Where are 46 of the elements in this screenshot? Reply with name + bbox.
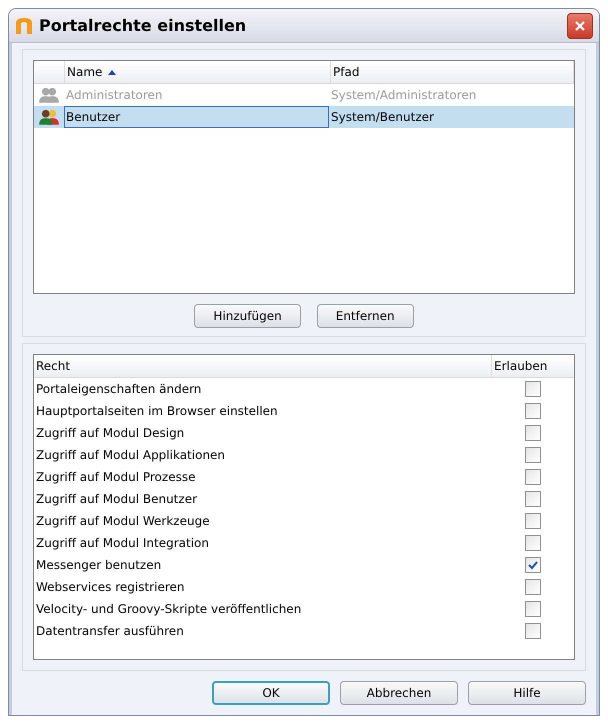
checkbox[interactable]: [525, 601, 541, 617]
permission-label: Zugriff auf Modul Design: [35, 426, 186, 440]
portal-logo-icon: [15, 16, 33, 34]
checkbox[interactable]: [525, 447, 541, 463]
user-group-icon: [38, 86, 60, 104]
permission-label: Zugriff auf Modul Applikationen: [35, 448, 226, 462]
permission-label: Zugriff auf Modul Prozesse: [35, 470, 196, 484]
user-group-icon: [38, 108, 60, 126]
checkbox[interactable]: [525, 491, 541, 507]
permission-label: Messenger benutzen: [35, 558, 162, 572]
checkbox[interactable]: [525, 579, 541, 595]
checkbox[interactable]: [525, 469, 541, 485]
dialog-button[interactable]: OK: [212, 681, 330, 705]
permission-label: Zugriff auf Modul Werkzeuge: [35, 514, 211, 528]
column-header[interactable]: Pfad: [331, 61, 574, 83]
table-cell: Benutzer: [64, 106, 329, 128]
column-header[interactable]: Name: [65, 61, 331, 83]
column-header[interactable]: Erlauben: [492, 355, 574, 377]
permission-label: Zugriff auf Modul Integration: [35, 536, 210, 550]
dialog-button[interactable]: Hinzufügen: [194, 304, 301, 328]
permission-label: Hauptportalseiten im Browser einstellen: [35, 404, 279, 418]
checkmark-icon: [527, 559, 539, 571]
close-button[interactable]: [567, 12, 593, 38]
checkbox[interactable]: [525, 623, 541, 639]
checkbox[interactable]: [525, 513, 541, 529]
permission-label: Datentransfer ausführen: [35, 624, 185, 638]
table-cell-text: System/Benutzer: [330, 109, 435, 126]
dialog-button[interactable]: Hilfe: [468, 681, 586, 705]
dialog-button[interactable]: Abbrechen: [340, 681, 458, 705]
table-cell-text: Administratoren: [65, 87, 164, 104]
close-icon: [574, 20, 586, 32]
permission-label: Portaleigenschaften ändern: [35, 382, 202, 396]
checkbox[interactable]: [525, 557, 541, 573]
checkbox[interactable]: [525, 535, 541, 551]
permission-label: Zugriff auf Modul Benutzer: [35, 492, 198, 506]
permission-label: Webservices registrieren: [35, 580, 186, 594]
checkbox[interactable]: [525, 425, 541, 441]
checkbox[interactable]: [525, 381, 541, 397]
group-row[interactable]: Benutzer System/Benutzer: [34, 106, 574, 128]
column-header[interactable]: Recht: [34, 355, 492, 377]
table-cell-text: System/Administratoren: [330, 87, 478, 104]
permission-label: Velocity- und Groovy-Skripte veröffentlichen: [35, 602, 302, 616]
sort-ascending-icon: [108, 70, 116, 74]
dialog-button[interactable]: Entfernen: [316, 304, 414, 328]
checkbox[interactable]: [525, 403, 541, 419]
window-title: Portalrechte einstellen: [39, 16, 248, 35]
